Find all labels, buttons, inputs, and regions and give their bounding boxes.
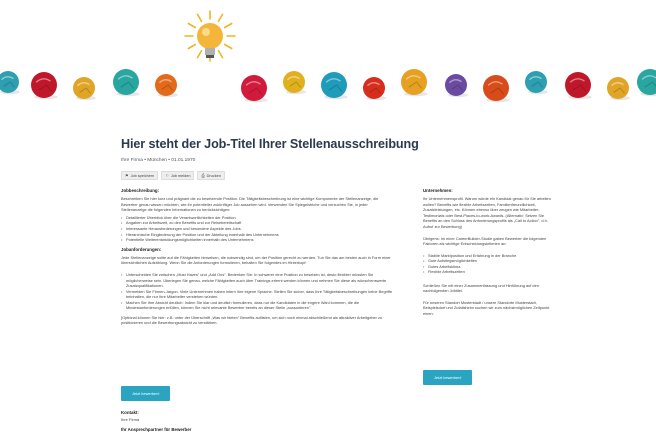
company-heading: Unternehmen: <box>423 188 453 193</box>
light-ray <box>187 22 197 29</box>
job-posting: Hier steht der Job-Titel Ihrer Stellenau… <box>0 112 656 440</box>
optional-text: [Optional können Sie hier: z.B. unter de… <box>121 314 383 326</box>
crumpled-paper-balls-illustration <box>0 10 656 103</box>
paper-ball <box>525 71 547 93</box>
contact-section: Kontakt: Ihre Firma Ihr Ansprechpartner … <box>121 410 191 434</box>
apply-button[interactable]: Jetzt bewerben! <box>121 386 171 401</box>
list-item: Machen Sie Ihre Absicht deutlich: Indem … <box>121 300 393 311</box>
print-button[interactable]: ⎙ Drucken <box>197 171 225 180</box>
requirements-text: Jede Stellenanzeige sollte auf die Fähig… <box>121 254 391 266</box>
paper-ball <box>363 77 385 99</box>
save-job-label: Job speichern <box>130 173 155 178</box>
light-ray <box>196 49 203 59</box>
paper-ball <box>565 72 591 98</box>
paper-ball <box>445 74 467 96</box>
apply-button-sidebar[interactable]: Jetzt bewerben! <box>423 370 473 385</box>
paper-ball <box>483 75 509 101</box>
print-icon: ⎙ <box>201 172 205 178</box>
paper-ball <box>155 74 177 96</box>
report-job-label: Job melden <box>170 173 191 178</box>
bulb-socket <box>206 55 214 58</box>
job-meta: Ihre Firma • München • 01.01.1970 <box>121 158 196 163</box>
light-ray <box>223 22 233 29</box>
requirements-list: Unterscheiden Sie zwischen „Must Haves" … <box>121 272 393 311</box>
save-job-button[interactable]: ⚑ Job speichern <box>121 171 159 180</box>
paper-ball <box>401 69 427 95</box>
paper-ball <box>321 72 347 98</box>
light-ray <box>217 13 224 23</box>
job-actions: ⚑ Job speichern ⚐ Job melden ⎙ Drucken <box>121 171 225 180</box>
header-banner <box>0 0 656 112</box>
bulb-base <box>205 48 215 55</box>
print-label: Drucken <box>206 173 221 178</box>
flag-icon: ⚐ <box>165 172 169 178</box>
list-item: Vermeiden Sie Firmen-Jargon. Viele Unter… <box>121 289 393 300</box>
list-item: Potentielle Weiterentwicklungsmöglichkei… <box>121 237 393 243</box>
paper-ball <box>73 77 95 99</box>
company-location: Für unseren Standort Musterstadt / unser… <box>423 299 550 316</box>
description-text: Beschreiben Sie hier kurz und prägnant d… <box>121 196 379 213</box>
company-closing: Schließen Sie mit einer Zusammenfassung … <box>423 282 539 294</box>
description-heading: Jobbeschreibung: <box>121 188 160 193</box>
bookmark-icon: ⚑ <box>125 172 129 178</box>
job-description-column: Jobbeschreibung: Beschreiben Sie hier ku… <box>121 188 393 328</box>
paper-ball <box>607 77 629 99</box>
company-factors-list: Stabile Marktposition und Erfahrung in d… <box>423 253 551 275</box>
job-title: Hier steht der Job-Titel Ihrer Stellenau… <box>121 137 419 151</box>
light-ray <box>187 43 197 50</box>
company-note: Übrigens: Im einer CareerBuilder-Studie … <box>423 235 547 247</box>
paper-ball <box>241 75 267 101</box>
lightbulb-icon <box>197 23 223 49</box>
requirements-heading: Jobanforderungen: <box>121 246 162 252</box>
contact-person-heading: Ihr Ansprechpartner für Bewerber <box>121 427 192 433</box>
contact-heading: Kontakt: <box>121 410 139 415</box>
light-ray <box>223 43 233 50</box>
list-item: Unterscheiden Sie zwischen „Must Haves" … <box>121 272 393 289</box>
bulb-highlight <box>202 28 210 36</box>
paper-ball <box>31 72 57 98</box>
report-job-button[interactable]: ⚐ Job melden <box>161 171 195 180</box>
company-column: Unternehmen: Ihr Unternehmensprofil. War… <box>423 188 551 319</box>
company-intro: Ihr Unternehmensprofil. Warum würde ein … <box>423 196 551 229</box>
paper-ball <box>113 69 139 95</box>
light-ray <box>196 13 203 23</box>
light-ray <box>217 49 224 59</box>
list-item: Flexible Arbeitszeiten <box>423 269 551 275</box>
description-list: Detaillierter Überblick über die Verantw… <box>121 215 393 243</box>
paper-ball <box>283 71 305 93</box>
